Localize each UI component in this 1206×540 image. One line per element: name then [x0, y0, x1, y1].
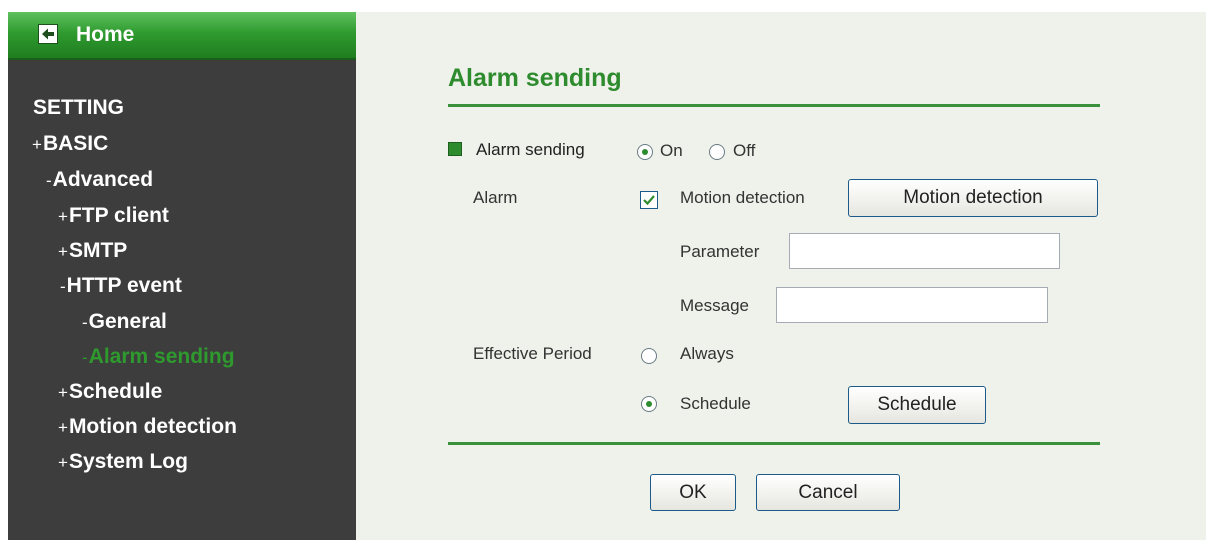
main-panel: Alarm sending Alarm sending On Off Alarm… — [356, 12, 1206, 540]
parameter-label: Parameter — [680, 242, 760, 261]
cancel-button[interactable]: Cancel — [756, 474, 900, 511]
sidebar-item-ftp-client[interactable]: +FTP client — [58, 204, 169, 228]
always-radio[interactable] — [641, 348, 657, 364]
section-bullet-icon — [448, 142, 462, 156]
schedule-label: Schedule — [680, 394, 751, 413]
sidebar-item-schedule[interactable]: +Schedule — [58, 380, 162, 404]
alarm-sending-off-label: Off — [733, 141, 756, 160]
sidebar-item-setting[interactable]: SETTING — [32, 96, 124, 120]
motion-detection-label: Motion detection — [680, 188, 805, 207]
alarm-label: Alarm — [473, 188, 518, 207]
title-divider — [448, 104, 1100, 107]
schedule-button[interactable]: Schedule — [848, 386, 986, 424]
back-arrow-icon — [38, 24, 58, 44]
parameter-input[interactable] — [789, 233, 1060, 269]
motion-detection-button[interactable]: Motion detection — [848, 179, 1098, 217]
sidebar-item-alarm-sending[interactable]: -Alarm sending — [82, 345, 235, 369]
home-label: Home — [76, 23, 135, 46]
effective-period-label: Effective Period — [473, 344, 592, 363]
sidebar-item-basic[interactable]: +BASIC — [32, 132, 108, 156]
motion-detection-checkbox[interactable] — [640, 191, 658, 209]
sidebar: Home SETTING +BASIC -Advanced +FTP clien… — [8, 12, 356, 540]
alarm-sending-on-label: On — [660, 141, 683, 160]
alarm-sending-on-radio[interactable] — [637, 144, 653, 160]
always-label: Always — [680, 344, 734, 363]
alarm-sending-off-radio[interactable] — [709, 144, 725, 160]
ok-button[interactable]: OK — [650, 474, 736, 511]
page-title: Alarm sending — [448, 64, 622, 92]
sidebar-item-motion-detection[interactable]: +Motion detection — [58, 415, 237, 439]
bottom-divider — [448, 442, 1100, 445]
sidebar-item-general[interactable]: -General — [82, 310, 167, 334]
schedule-radio[interactable] — [641, 396, 657, 412]
sidebar-item-http-event[interactable]: -HTTP event — [60, 274, 182, 298]
message-label: Message — [680, 296, 749, 315]
sidebar-item-smtp[interactable]: +SMTP — [58, 239, 127, 263]
home-link[interactable]: Home — [8, 12, 356, 60]
message-input[interactable] — [776, 287, 1048, 323]
sidebar-item-advanced[interactable]: -Advanced — [46, 168, 153, 192]
sidebar-item-system-log[interactable]: +System Log — [58, 450, 188, 474]
alarm-sending-label: Alarm sending — [476, 140, 585, 159]
